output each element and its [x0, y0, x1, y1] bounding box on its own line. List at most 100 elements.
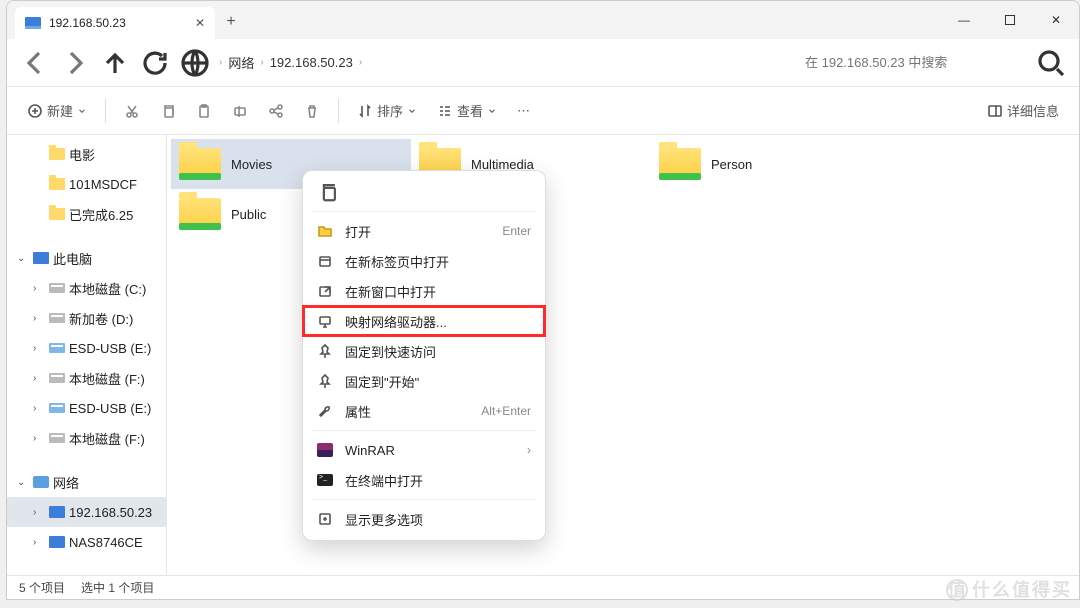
chevron-right-icon: › [33, 537, 45, 548]
divider [105, 99, 106, 123]
close-tab-icon[interactable]: ✕ [195, 16, 205, 30]
ctx-pin-quick[interactable]: 固定到快速访问 [303, 336, 545, 366]
sort-label: 排序 [377, 101, 403, 120]
crumb-host[interactable]: 192.168.50.23 [270, 55, 353, 70]
context-quick-actions [303, 177, 545, 207]
chevron-down-icon: ⌄ [17, 477, 29, 488]
winrar-icon [317, 443, 333, 457]
wrench-icon [317, 403, 333, 419]
sidebar-item-host-1[interactable]: ›192.168.50.23 [7, 497, 166, 527]
new-tab-button[interactable]: + [215, 13, 247, 31]
details-button[interactable]: 详细信息 [979, 95, 1067, 127]
sidebar-item-movies[interactable]: ›电影 [7, 139, 166, 169]
copy-icon[interactable] [317, 181, 339, 203]
close-button[interactable]: ✕ [1033, 1, 1079, 39]
sidebar-item-network[interactable]: ⌄网络 [7, 467, 166, 497]
back-button[interactable] [19, 47, 51, 79]
status-selected: 选中 1 个项目 [81, 579, 154, 596]
ctx-open-newwin[interactable]: 在新窗口中打开 [303, 276, 545, 306]
view-label: 查看 [457, 101, 483, 120]
sidebar-item-drive-f[interactable]: ›本地磁盘 (F:) [7, 363, 166, 393]
ctx-properties[interactable]: 属性Alt+Enter [303, 396, 545, 426]
status-bar: 5 个项目 选中 1 个项目 [7, 575, 1079, 599]
new-tab-icon [317, 253, 333, 269]
ctx-show-more[interactable]: 显示更多选项 [303, 504, 545, 534]
cut-button[interactable] [116, 95, 148, 127]
new-window-icon [317, 283, 333, 299]
tab-bar: 192.168.50.23 ✕ + — ✕ [7, 1, 1079, 39]
paste-button[interactable] [188, 95, 220, 127]
search-input[interactable] [797, 48, 1027, 78]
globe-icon[interactable] [179, 47, 211, 79]
sidebar-item-101msdcf[interactable]: ›101MSDCF [7, 169, 166, 199]
chevron-right-icon: › [33, 433, 45, 444]
refresh-button[interactable] [139, 47, 171, 79]
sidebar-item-thispc[interactable]: ⌄此电脑 [7, 243, 166, 273]
drive-icon [49, 373, 65, 383]
crumb-network[interactable]: 网络 [228, 53, 254, 72]
monitor-icon [49, 506, 65, 518]
sort-button[interactable]: 排序 [349, 95, 425, 127]
watermark: 值什么值得买 [946, 576, 1072, 602]
more-button[interactable]: ⋯ [509, 95, 538, 127]
usb-drive-icon [49, 403, 65, 413]
address-bar: › 网络 › 192.168.50.23 › [7, 39, 1079, 87]
monitor-icon [49, 536, 65, 548]
pc-icon [33, 252, 49, 264]
ctx-open-terminal[interactable]: 在终端中打开 [303, 465, 545, 495]
terminal-icon [317, 474, 333, 486]
shared-folder-icon [659, 148, 701, 180]
sidebar-item-drive-f2[interactable]: ›本地磁盘 (F:) [7, 423, 166, 453]
more-icon [317, 511, 333, 527]
sidebar-item-host-2[interactable]: ›NAS8746CE [7, 527, 166, 557]
chevron-right-icon: › [33, 343, 45, 354]
separator [311, 499, 537, 500]
chevron-down-icon: ⌄ [17, 253, 29, 264]
drive-icon [49, 283, 65, 293]
folder-icon [49, 208, 65, 220]
drive-icon [49, 313, 65, 323]
new-button[interactable]: 新建 [19, 95, 95, 127]
sidebar-item-done625[interactable]: ›已完成6.25 [7, 199, 166, 229]
forward-button[interactable] [59, 47, 91, 79]
delete-button[interactable] [296, 95, 328, 127]
ctx-open-newtab[interactable]: 在新标签页中打开 [303, 246, 545, 276]
new-label: 新建 [47, 101, 73, 120]
context-menu: 打开Enter 在新标签页中打开 在新窗口中打开 映射网络驱动器... 固定到快… [302, 170, 546, 541]
copy-button[interactable] [152, 95, 184, 127]
ctx-winrar[interactable]: WinRAR› [303, 435, 545, 465]
chevron-right-icon: › [33, 373, 45, 384]
chevron-right-icon: › [260, 57, 263, 68]
maximize-button[interactable] [987, 1, 1033, 39]
sidebar-item-drive-d[interactable]: ›新加卷 (D:) [7, 303, 166, 333]
shared-folder-icon [179, 198, 221, 230]
up-button[interactable] [99, 47, 131, 79]
divider [338, 99, 339, 123]
shared-folder-icon [179, 148, 221, 180]
rename-button[interactable] [224, 95, 256, 127]
ctx-open[interactable]: 打开Enter [303, 216, 545, 246]
sidebar-item-drive-c[interactable]: ›本地磁盘 (C:) [7, 273, 166, 303]
ctx-pin-start[interactable]: 固定到"开始" [303, 366, 545, 396]
sidebar-item-drive-e2[interactable]: ›ESD-USB (E:) [7, 393, 166, 423]
pin-icon [317, 373, 333, 389]
minimize-button[interactable]: — [941, 1, 987, 39]
sidebar-item-drive-e[interactable]: ›ESD-USB (E:) [7, 333, 166, 363]
usb-drive-icon [49, 343, 65, 353]
share-button[interactable] [260, 95, 292, 127]
tab-title: 192.168.50.23 [49, 16, 187, 30]
search-icon[interactable] [1035, 47, 1067, 79]
pin-icon [317, 343, 333, 359]
drive-icon [49, 433, 65, 443]
view-button[interactable]: 查看 [429, 95, 505, 127]
ctx-map-network-drive[interactable]: 映射网络驱动器... [303, 306, 545, 336]
sidebar: ›电影 ›101MSDCF ›已完成6.25 ⌄此电脑 ›本地磁盘 (C:) ›… [7, 135, 167, 575]
separator [311, 430, 537, 431]
separator [311, 211, 537, 212]
folder-open-icon [317, 223, 333, 239]
window-controls: — ✕ [941, 1, 1079, 39]
folder-person[interactable]: Person [651, 139, 891, 189]
breadcrumb[interactable]: › 网络 › 192.168.50.23 › [219, 53, 789, 72]
tab-active[interactable]: 192.168.50.23 ✕ [15, 7, 215, 39]
folder-icon [49, 178, 65, 190]
